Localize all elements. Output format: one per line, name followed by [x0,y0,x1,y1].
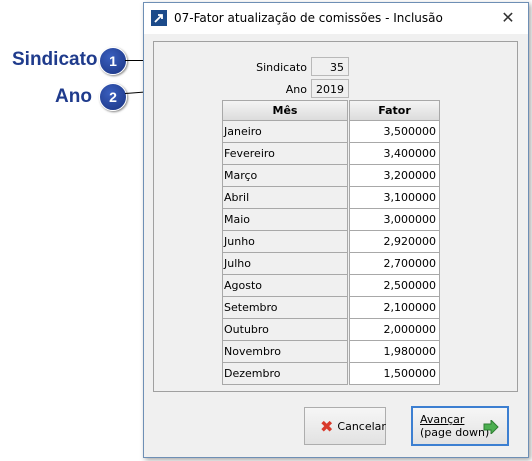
form-panel: Sindicato 35 Ano 2019 Mês Fator Janeiro 3… [153,41,518,392]
header-mes[interactable]: Mês [222,100,348,121]
callout-badge-1: 1 [99,47,127,75]
table-row[interactable]: Maio 3,000000 [222,209,440,231]
cell-mes: Novembro [222,341,348,363]
cell-mes: Agosto [222,275,348,297]
grid-header: Mês Fator [222,100,440,121]
cell-mes: Dezembro [222,363,348,385]
table-row[interactable]: Outubro 2,000000 [222,319,440,341]
cell-fator[interactable]: 2,000000 [349,319,440,341]
table-row[interactable]: Março 3,200000 [222,165,440,187]
cell-mes: Fevereiro [222,143,348,165]
close-button[interactable]: ✕ [498,8,518,28]
next-label: Avançar (page down) [420,413,489,439]
cell-mes: Outubro [222,319,348,341]
cell-mes: Janeiro [222,121,348,143]
ano-field[interactable]: 2019 [311,79,349,98]
ano-label: Ano [285,83,307,96]
cell-mes: Setembro [222,297,348,319]
table-row[interactable]: Agosto 2,500000 [222,275,440,297]
table-row[interactable]: Dezembro 1,500000 [222,363,440,385]
cell-fator[interactable]: 2,920000 [349,231,440,253]
cell-fator[interactable]: 2,500000 [349,275,440,297]
cell-fator[interactable]: 3,100000 [349,187,440,209]
next-label-line2: (page down) [420,426,490,439]
cancel-x-icon: ✖ [320,416,334,436]
cell-fator[interactable]: 3,200000 [349,165,440,187]
cell-fator[interactable]: 3,500000 [349,121,440,143]
next-label-line1: Avançar [420,413,465,426]
window-title: 07-Fator atualização de comissões - Incl… [174,11,443,25]
table-row[interactable]: Abril 3,100000 [222,187,440,209]
cell-fator[interactable]: 1,980000 [349,341,440,363]
cell-mes: Março [222,165,348,187]
title-bar: 07-Fator atualização de comissões - Incl… [144,3,528,34]
table-row[interactable]: Janeiro 3,500000 [222,121,440,143]
sindicato-label: Sindicato [256,61,307,74]
callout-badge-2: 2 [99,83,127,111]
callout-label-ano: Ano [55,86,92,107]
cell-fator[interactable]: 3,000000 [349,209,440,231]
cell-fator[interactable]: 3,400000 [349,143,440,165]
cell-mes: Julho [222,253,348,275]
app-icon [151,10,167,26]
grid-body: Janeiro 3,500000 Fevereiro 3,400000 Março 3,2… [222,121,440,385]
cell-mes: Abril [222,187,348,209]
cell-mes: Junho [222,231,348,253]
table-row[interactable]: Novembro 1,980000 [222,341,440,363]
callout-label-sindicato: Sindicato [12,49,98,70]
sindicato-field[interactable]: 35 [311,57,349,76]
cell-mes: Maio [222,209,348,231]
table-row[interactable]: Julho 2,700000 [222,253,440,275]
dialog-window: 07-Fator atualização de comissões - Incl… [143,2,529,458]
table-row[interactable]: Setembro 2,100000 [222,297,440,319]
close-icon: ✕ [501,8,515,27]
cancel-button[interactable]: ✖ Cancelar [304,407,386,445]
table-row[interactable]: Junho 2,920000 [222,231,440,253]
cancel-label: Cancelar [337,419,386,433]
cell-fator[interactable]: 1,500000 [349,363,440,385]
cell-fator[interactable]: 2,100000 [349,297,440,319]
cell-fator[interactable]: 2,700000 [349,253,440,275]
next-button[interactable]: Avançar (page down) [411,406,509,446]
header-fator[interactable]: Fator [349,100,440,121]
fator-grid: Mês Fator Janeiro 3,500000 Fevereiro 3,4000… [222,100,440,385]
table-row[interactable]: Fevereiro 3,400000 [222,143,440,165]
arrow-right-icon [483,420,499,434]
